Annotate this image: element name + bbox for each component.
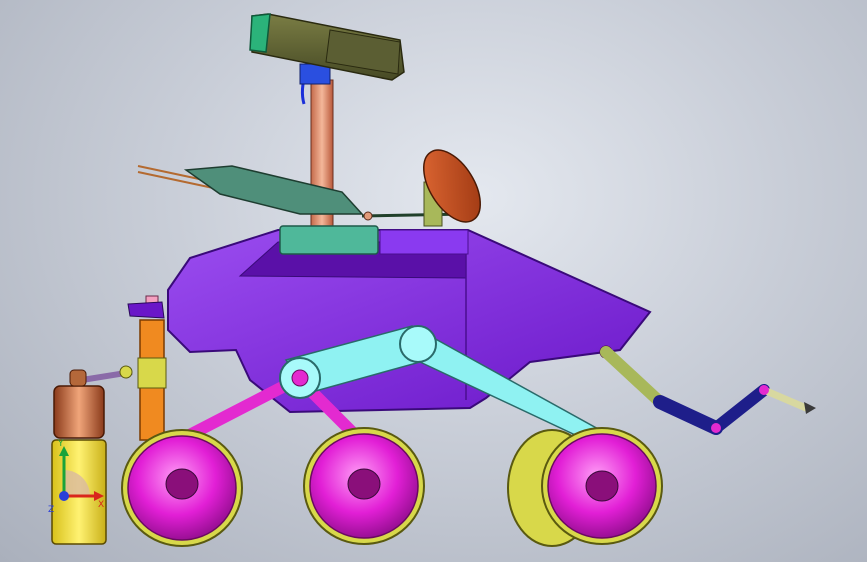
robotic-arm-upper[interactable]	[600, 346, 666, 408]
triad-x-label: X	[98, 500, 104, 510]
body-chassis[interactable]	[167, 225, 652, 414]
triad-z-axis	[59, 491, 69, 501]
wheel-front[interactable]	[507, 427, 663, 547]
rtg-fins[interactable]	[53, 385, 105, 439]
rtg-link-pin	[119, 365, 133, 379]
cad-viewport[interactable]: X Y Z	[0, 0, 867, 562]
wheel-hub	[165, 468, 199, 500]
panel-hinge	[363, 211, 373, 221]
wheel-rear[interactable]	[121, 429, 243, 547]
robotic-arm[interactable]	[599, 345, 816, 435]
wheel-hub	[347, 468, 381, 500]
support-bracket	[137, 357, 167, 389]
rover-model[interactable]: X Y Z	[0, 0, 867, 562]
triad-y-label: Y	[57, 439, 64, 449]
wheel-hub	[585, 470, 619, 502]
triad-z-label: Z	[48, 505, 54, 515]
arm-wrist[interactable]	[760, 386, 810, 412]
robotic-arm-lower[interactable]	[653, 395, 723, 435]
solar-battery-box[interactable]	[279, 225, 379, 255]
solar-panel-assembly[interactable]	[137, 165, 467, 221]
front-deck-plate	[379, 229, 469, 255]
arm-wrist-pin	[759, 385, 769, 395]
robotic-arm-forearm[interactable]	[710, 384, 770, 434]
rear-nozzle	[127, 301, 165, 319]
arm-elbow-pin	[711, 423, 721, 433]
arm-tool-tip	[804, 402, 816, 414]
rocker-pivot-top[interactable]	[399, 325, 437, 363]
high-gain-antenna[interactable]	[412, 140, 492, 231]
wheel-middle[interactable]	[303, 427, 425, 545]
rocker-pivot-rear-pin	[291, 369, 309, 387]
rtg-top-cap	[69, 369, 87, 387]
solar-panel[interactable]	[183, 165, 364, 215]
